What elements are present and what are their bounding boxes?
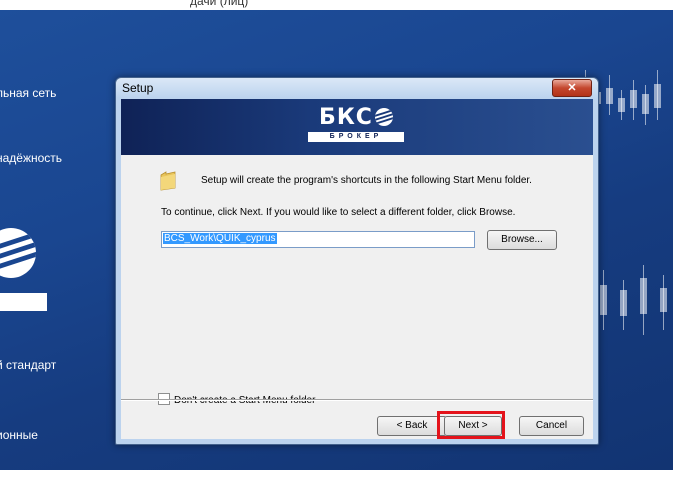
top-partial-text: дачи (лиц)	[190, 0, 249, 8]
dialog-title: Setup	[122, 81, 154, 95]
background-label-3: й стандарт	[0, 358, 57, 372]
next-button-highlight	[437, 411, 505, 439]
background-label-1: льная сеть	[0, 86, 57, 100]
intro-text: Setup will create the program's shortcut…	[201, 175, 532, 186]
background-label-2: надёжность	[0, 151, 63, 165]
top-strip: дачи (лиц)	[0, 0, 673, 10]
cancel-button[interactable]: Cancel	[519, 416, 584, 436]
setup-dialog: Setup ✕ БКС БРОКЕР Setup will create the…	[115, 77, 599, 445]
logo-text: БКС	[319, 105, 373, 130]
start-menu-folder-input[interactable]: BCS_Work\QUIK_cyprus	[161, 231, 475, 248]
dialog-content: Setup will create the program's shortcut…	[121, 155, 593, 406]
bottom-strip	[0, 470, 673, 499]
dialog-client: БКС БРОКЕР Setup will create the program…	[121, 99, 593, 439]
company-logo: БКС БРОКЕР	[299, 105, 413, 151]
folder-input-value: BCS_Work\QUIK_cyprus	[163, 233, 277, 244]
background-bar	[0, 293, 47, 311]
browse-button[interactable]: Browse...	[487, 230, 557, 250]
close-button[interactable]: ✕	[552, 79, 592, 97]
logo-subtitle: БРОКЕР	[308, 132, 404, 142]
logo-globe-icon	[374, 108, 393, 126]
dialog-titlebar[interactable]: Setup ✕	[116, 78, 598, 98]
banner: БКС БРОКЕР	[121, 99, 593, 155]
folder-icon	[160, 171, 176, 191]
close-icon: ✕	[567, 82, 577, 94]
background-label-4: ионные	[0, 428, 38, 442]
separator	[121, 399, 593, 401]
globe-logo-icon	[0, 228, 36, 278]
continue-text: To continue, click Next. If you would li…	[161, 207, 516, 218]
